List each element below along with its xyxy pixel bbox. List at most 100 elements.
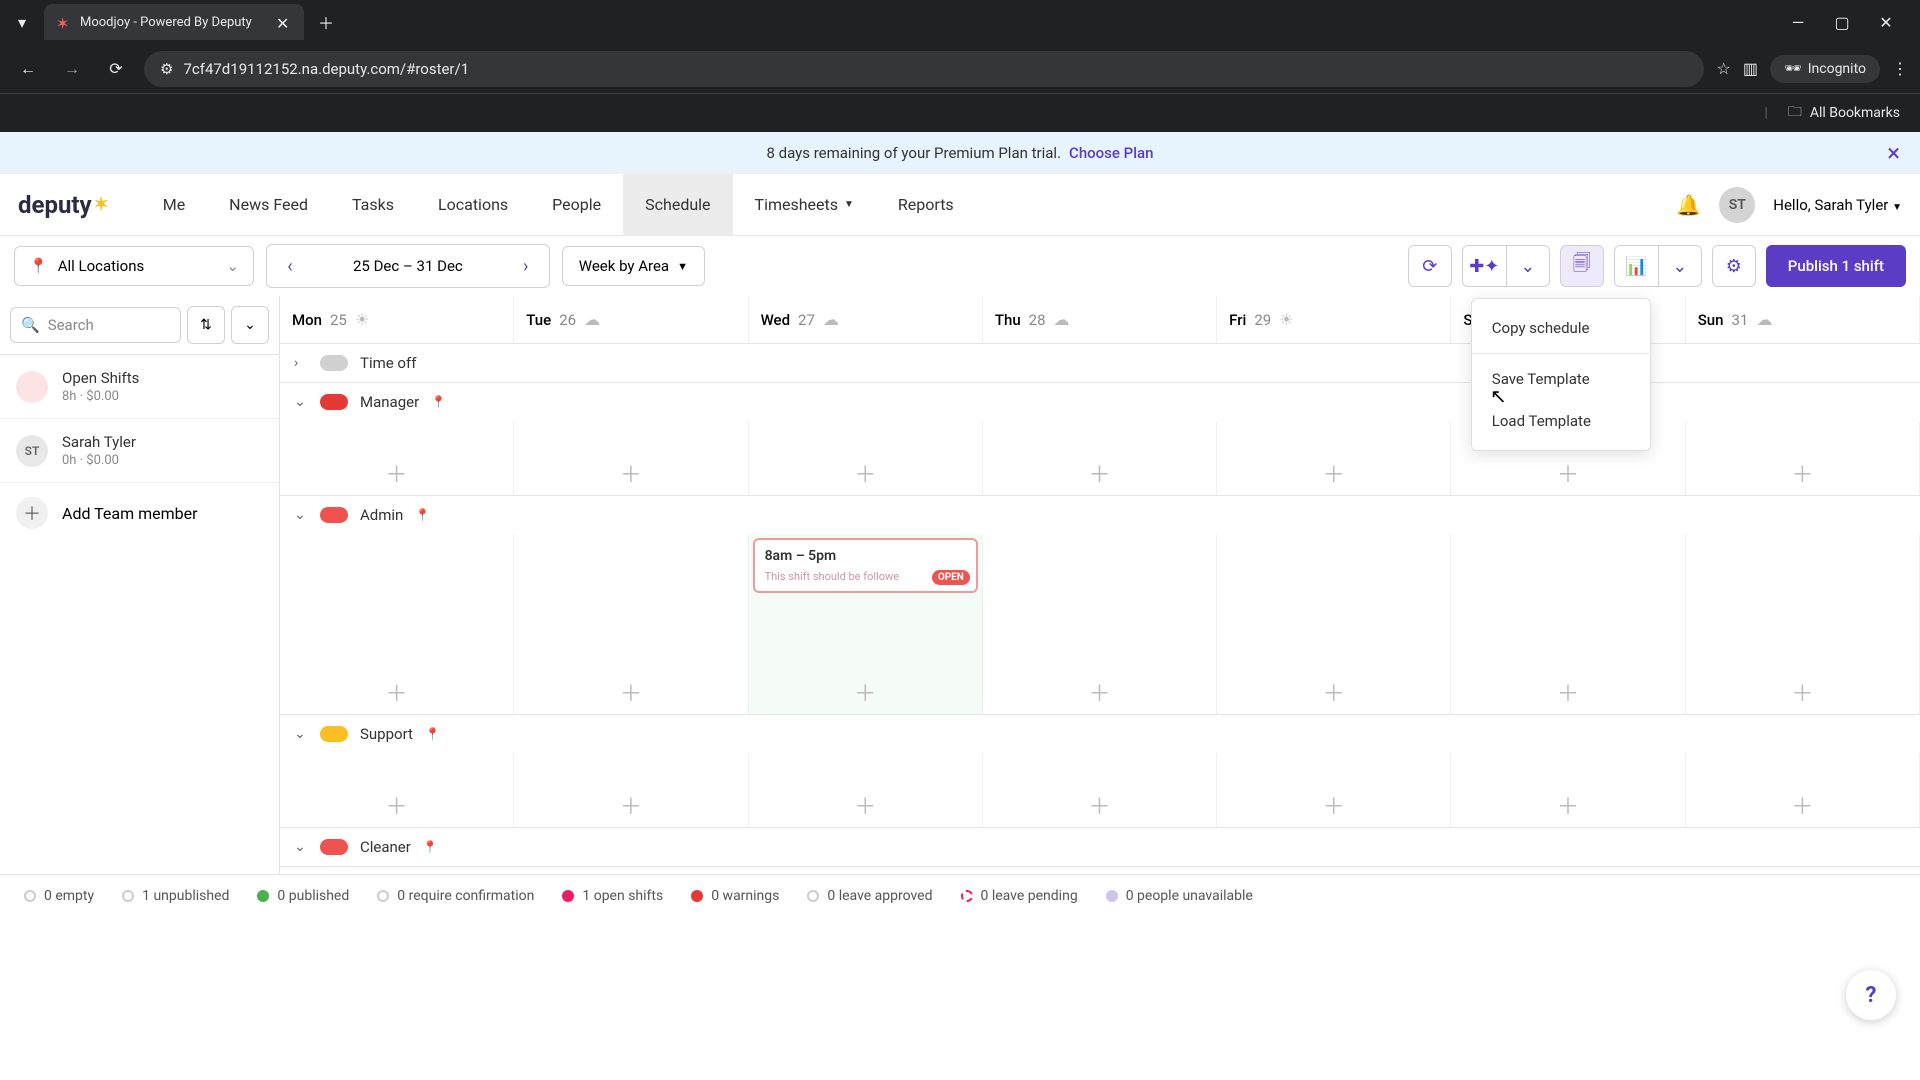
open-shifts-info: Open Shifts 8h · $0.00 — [62, 369, 139, 404]
stats-button[interactable]: 📊 — [1614, 245, 1658, 287]
browser-tab[interactable]: ✶ Moodjoy - Powered By Deputy ✕ — [44, 4, 304, 40]
banner-close-icon[interactable]: × — [1887, 139, 1900, 167]
avatar[interactable]: ST — [1719, 187, 1755, 223]
add-shift-button[interactable]: ＋ — [983, 783, 1216, 827]
legend-unavailable: 0 people unavailable — [1106, 888, 1253, 904]
bell-icon[interactable]: 🔔 — [1676, 193, 1701, 217]
add-shift-button[interactable]: ＋ — [1451, 451, 1684, 495]
prev-week-button[interactable]: ‹ — [267, 245, 313, 287]
choose-plan-link[interactable]: Choose Plan — [1069, 144, 1153, 162]
add-shift-button[interactable]: ＋ — [1217, 670, 1450, 714]
add-shift-button[interactable]: ＋ — [514, 451, 747, 495]
bookmark-star-icon[interactable]: ☆ — [1716, 59, 1730, 78]
shift-card[interactable]: 8am – 5pm This shift should be followe O… — [753, 538, 978, 593]
new-tab-button[interactable]: ＋ — [312, 8, 340, 36]
stats-group: 📊 ⌄ — [1614, 245, 1702, 287]
trial-banner: 8 days remaining of your Premium Plan tr… — [0, 132, 1920, 174]
add-shift-button[interactable]: ＋ — [1686, 670, 1919, 714]
copy-schedule-item[interactable]: Copy schedule — [1472, 307, 1650, 349]
deputy-logo[interactable]: deputy✶ — [18, 191, 109, 219]
nav-tasks[interactable]: Tasks — [330, 174, 416, 236]
view-selector[interactable]: Week by Area ▼ — [562, 246, 705, 286]
legend-pending: 0 leave pending — [961, 888, 1078, 904]
publish-button[interactable]: Publish 1 shift — [1766, 245, 1906, 287]
sort-button[interactable]: ⇅ — [187, 306, 225, 344]
user-greeting[interactable]: Hello, Sarah Tyler ▼ — [1773, 196, 1902, 214]
nav-locations[interactable]: Locations — [416, 174, 530, 236]
nav-news-feed[interactable]: News Feed — [207, 174, 330, 236]
cell: ＋ — [280, 421, 514, 495]
add-shift-button[interactable]: ＋ — [1451, 783, 1684, 827]
add-shift-button[interactable]: ＋ — [280, 451, 513, 495]
all-bookmarks-button[interactable]: 🗀 All Bookmarks — [1788, 101, 1900, 125]
refresh-button[interactable]: ⟳ — [1408, 245, 1452, 287]
settings-button[interactable]: ⚙ — [1712, 245, 1756, 287]
add-shift-button[interactable]: ＋ — [749, 670, 982, 714]
autofill-group: ✚✦ ⌄ — [1462, 245, 1550, 287]
url-field[interactable]: ⚙ 7cf47d19112152.na.deputy.com/#roster/1 — [144, 51, 1704, 87]
forward-icon[interactable]: → — [56, 53, 88, 85]
help-fab[interactable]: ? — [1846, 970, 1896, 1020]
location-selector[interactable]: 📍 All Locations ⌄ — [14, 246, 254, 286]
area-time-off-header[interactable]: › Time off — [280, 344, 1920, 382]
nav-people[interactable]: People — [530, 174, 623, 236]
site-info-icon[interactable]: ⚙ — [160, 60, 173, 78]
chevron-down-icon: ▼ — [677, 260, 688, 273]
greeting-text: Hello, Sarah Tyler — [1773, 196, 1888, 214]
minimize-icon[interactable]: — — [1788, 12, 1808, 32]
incognito-chip[interactable]: 🕶 Incognito — [1770, 55, 1880, 83]
next-week-button[interactable]: › — [503, 245, 549, 287]
add-shift-button[interactable]: ＋ — [749, 451, 982, 495]
maximize-icon[interactable]: ▢ — [1832, 12, 1852, 32]
area-support-header[interactable]: ⌄ Support 📍 — [280, 715, 1920, 753]
cell: ＋ — [1217, 421, 1451, 495]
add-shift-button[interactable]: ＋ — [1686, 783, 1919, 827]
panel-icon[interactable]: ▥ — [1743, 59, 1758, 78]
area-manager-header[interactable]: ⌄ Manager 📍 — [280, 383, 1920, 421]
kebab-menu-icon[interactable]: ⋮ — [1892, 59, 1908, 78]
nav-schedule[interactable]: Schedule — [623, 174, 732, 236]
sidebar-search-row: 🔍 Search ⇅ ⌄ — [0, 296, 279, 355]
all-bookmarks-label: All Bookmarks — [1810, 105, 1900, 121]
add-team-member-button[interactable]: ＋ Add Team member — [0, 483, 279, 543]
load-template-item[interactable]: Load Template — [1472, 400, 1650, 442]
legend-approved: 0 leave approved — [807, 888, 932, 904]
area-admin-header[interactable]: ⌄ Admin 📍 — [280, 496, 1920, 534]
close-tab-icon[interactable]: ✕ — [276, 14, 292, 30]
add-shift-button[interactable]: ＋ — [1217, 451, 1450, 495]
add-shift-button[interactable]: ＋ — [983, 451, 1216, 495]
reload-icon[interactable]: ⟳ — [100, 53, 132, 85]
filter-dropdown[interactable]: ⌄ — [231, 306, 269, 344]
add-shift-button[interactable]: ＋ — [280, 783, 513, 827]
add-shift-button[interactable]: ＋ — [280, 670, 513, 714]
cell: ＋ — [1686, 421, 1920, 495]
add-shift-button[interactable]: ＋ — [1686, 451, 1919, 495]
nav-items: Me News Feed Tasks Locations People Sche… — [141, 174, 976, 236]
bookmarks-sep: | — [1764, 105, 1767, 121]
copy-button[interactable]: 🗐 Copy schedule Save Template Load Templ… — [1560, 245, 1604, 287]
add-shift-button[interactable]: ＋ — [1451, 670, 1684, 714]
back-icon[interactable]: ← — [12, 53, 44, 85]
add-shift-button[interactable]: ＋ — [1217, 783, 1450, 827]
autofill-dropdown[interactable]: ⌄ — [1506, 245, 1550, 287]
search-input[interactable]: 🔍 Search — [10, 307, 181, 343]
banner-text: 8 days remaining of your Premium Plan tr… — [767, 144, 1062, 162]
nav-me[interactable]: Me — [141, 174, 207, 236]
cell: ＋ — [514, 534, 748, 714]
pin-icon: 📍 — [29, 257, 48, 275]
date-range[interactable]: 25 Dec – 31 Dec — [313, 245, 503, 287]
add-shift-button[interactable]: ＋ — [983, 670, 1216, 714]
add-shift-button[interactable]: ＋ — [749, 783, 982, 827]
nav-timesheets[interactable]: Timesheets▼ — [733, 174, 876, 236]
save-template-item[interactable]: Save Template — [1472, 358, 1650, 400]
area-cleaner-header[interactable]: ⌄ Cleaner 📍 — [280, 828, 1920, 866]
add-shift-button[interactable]: ＋ — [514, 783, 747, 827]
close-window-icon[interactable]: ✕ — [1876, 12, 1896, 32]
add-shift-button[interactable]: ＋ — [514, 670, 747, 714]
tab-search-icon[interactable]: ▾ — [8, 8, 36, 36]
autofill-button[interactable]: ✚✦ — [1462, 245, 1506, 287]
open-shifts-row[interactable]: Open Shifts 8h · $0.00 — [0, 355, 279, 419]
stats-dropdown[interactable]: ⌄ — [1658, 245, 1702, 287]
nav-reports[interactable]: Reports — [876, 174, 976, 236]
person-row[interactable]: ST Sarah Tyler 0h · $0.00 — [0, 419, 279, 483]
